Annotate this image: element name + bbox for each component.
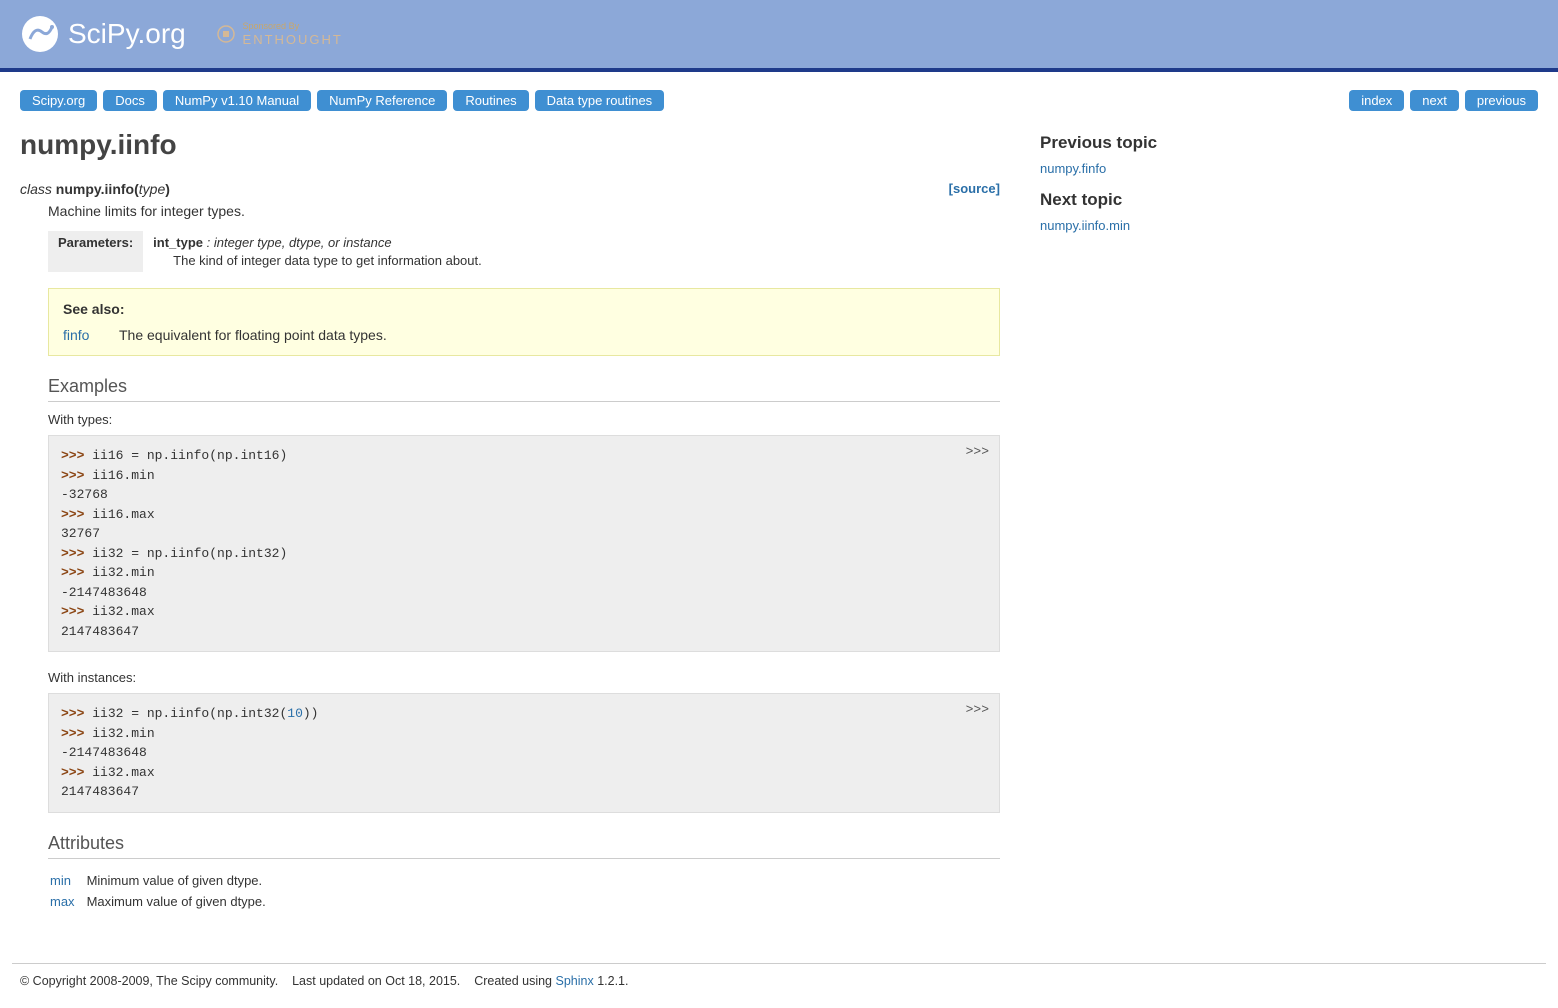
crumb-scipy[interactable]: Scipy.org bbox=[20, 90, 97, 111]
attr-min-desc: Minimum value of given dtype. bbox=[87, 871, 276, 890]
attributes-heading: Attributes bbox=[48, 833, 1000, 859]
page-footer: © Copyright 2008-2009, The Scipy communi… bbox=[12, 963, 1546, 1008]
enthought-icon bbox=[216, 24, 236, 44]
source-link[interactable]: source bbox=[949, 181, 1000, 196]
class-fullname: numpy.iinfo bbox=[56, 181, 134, 197]
attr-row: min Minimum value of given dtype. bbox=[50, 871, 276, 890]
code-example-1: >>>>>> ii16 = np.iinfo(np.int16) >>> ii1… bbox=[48, 435, 1000, 652]
copy-button[interactable]: >>> bbox=[966, 700, 989, 720]
created-using: Created using bbox=[474, 974, 555, 988]
code-example-2: >>>>>> ii32 = np.iinfo(np.int32(10)) >>>… bbox=[48, 693, 1000, 813]
copyright: © Copyright 2008-2009, The Scipy communi… bbox=[20, 974, 278, 988]
class-signature: source class numpy.iinfo(type) bbox=[20, 181, 1000, 197]
sphinx-link[interactable]: Sphinx bbox=[556, 974, 594, 988]
examples-heading: Examples bbox=[48, 376, 1000, 402]
parameters-table: Parameters: int_type : integer type, dty… bbox=[48, 231, 492, 272]
attr-row: max Maximum value of given dtype. bbox=[50, 892, 276, 911]
crumb-manual[interactable]: NumPy v1.10 Manual bbox=[163, 90, 311, 111]
crumb-dtype-routines[interactable]: Data type routines bbox=[535, 90, 665, 111]
class-param: type bbox=[139, 181, 165, 197]
prev-topic-link[interactable]: numpy.finfo bbox=[1040, 161, 1340, 176]
site-header: SciPy.org Sponsored By ENTHOUGHT bbox=[0, 0, 1558, 72]
examples-sub2: With instances: bbox=[48, 670, 1000, 685]
crumb-docs[interactable]: Docs bbox=[103, 90, 157, 111]
copy-button[interactable]: >>> bbox=[966, 442, 989, 462]
class-keyword: class bbox=[20, 181, 56, 197]
scipy-icon bbox=[20, 14, 60, 54]
next-topic-link[interactable]: numpy.iinfo.min bbox=[1040, 218, 1340, 233]
sponsor-link[interactable]: Sponsored By ENTHOUGHT bbox=[216, 21, 343, 47]
page-title: numpy.iinfo bbox=[20, 129, 1000, 161]
scipy-logo-link[interactable]: SciPy.org bbox=[20, 14, 186, 54]
sponsor-name: ENTHOUGHT bbox=[243, 32, 343, 47]
attr-min-link[interactable]: min bbox=[50, 873, 71, 888]
param-name: int_type bbox=[153, 235, 203, 250]
nav-previous[interactable]: previous bbox=[1465, 90, 1538, 111]
examples-sub1: With types: bbox=[48, 412, 1000, 427]
attributes-table: min Minimum value of given dtype. max Ma… bbox=[48, 869, 278, 913]
breadcrumb: Scipy.org Docs NumPy v1.10 Manual NumPy … bbox=[20, 90, 664, 111]
nav-bar: Scipy.org Docs NumPy v1.10 Manual NumPy … bbox=[0, 72, 1558, 119]
class-description: Machine limits for integer types. bbox=[48, 203, 1000, 219]
param-desc: The kind of integer data type to get inf… bbox=[173, 253, 482, 268]
param-type: : integer type, dtype, or instance bbox=[203, 235, 392, 250]
see-also-title: See also: bbox=[63, 301, 985, 317]
nav-index[interactable]: index bbox=[1349, 90, 1404, 111]
sidebar: Previous topic numpy.finfo Next topic nu… bbox=[1040, 119, 1340, 913]
attr-max-desc: Maximum value of given dtype. bbox=[87, 892, 276, 911]
crumb-reference[interactable]: NumPy Reference bbox=[317, 90, 447, 111]
see-also-link[interactable]: finfo bbox=[63, 327, 119, 343]
site-name: SciPy.org bbox=[68, 18, 186, 50]
page-nav: index next previous bbox=[1349, 90, 1538, 111]
parameters-label: Parameters: bbox=[48, 231, 143, 272]
nav-next[interactable]: next bbox=[1410, 90, 1459, 111]
see-also-text: The equivalent for floating point data t… bbox=[119, 327, 387, 343]
attr-max-link[interactable]: max bbox=[50, 894, 75, 909]
next-topic-heading: Next topic bbox=[1040, 190, 1340, 210]
last-updated: Last updated on Oct 18, 2015. bbox=[292, 974, 460, 988]
sponsor-label: Sponsored By bbox=[243, 21, 300, 31]
see-also-box: See also: finfo The equivalent for float… bbox=[48, 288, 1000, 356]
crumb-routines[interactable]: Routines bbox=[453, 90, 528, 111]
prev-topic-heading: Previous topic bbox=[1040, 133, 1340, 153]
main-content: numpy.iinfo source class numpy.iinfo(typ… bbox=[20, 119, 1040, 913]
